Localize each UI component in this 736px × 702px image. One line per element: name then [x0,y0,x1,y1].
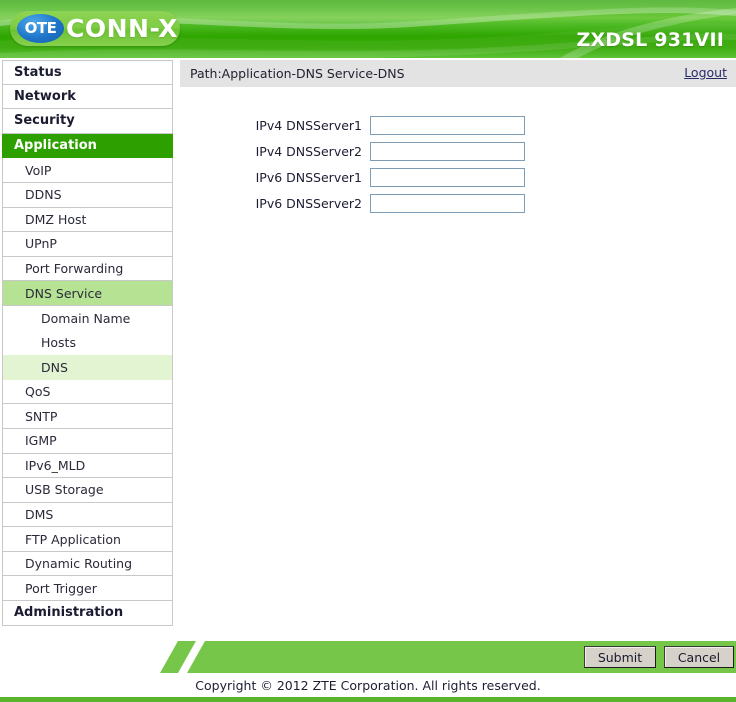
sidebar-item-igmp[interactable]: IGMP [2,428,173,454]
field-label: IPv4 DNSServer1 [255,117,362,133]
sidebar-item-label: FTP Application [25,531,121,547]
header-banner: OTE CONN-X ZXDSL 931VII [0,0,736,58]
sidebar-item-label: Status [14,64,62,80]
sidebar-item-label: Dynamic Routing [25,556,133,572]
sidebar-item-label: SNTP [25,408,58,424]
sidebar-item-label: IPv6_MLD [25,457,86,473]
sidebar-item-hosts[interactable]: Hosts [2,330,173,356]
sidebar-item-label: DDNS [25,187,62,203]
sidebar-item-ddns[interactable]: DDNS [2,182,173,208]
sidebar-item-sntp[interactable]: SNTP [2,404,173,429]
field-label: IPv6 DNSServer1 [255,169,362,185]
ote-logo-badge: OTE [17,14,64,43]
sidebar-item-label: Port Forwarding [25,261,124,277]
sidebar-item-voip[interactable]: VoIP [2,158,173,183]
sidebar-item-dynamic-routing[interactable]: Dynamic Routing [2,551,173,577]
action-bar: Submit Cancel [0,641,736,673]
sidebar-item-label: QoS [25,384,51,400]
sidebar-item-label: Domain Name [41,310,131,326]
sidebar-item-upnp[interactable]: UPnP [2,232,173,257]
copyright-text: Copyright © 2012 ZTE Corporation. All ri… [195,678,541,693]
sidebar-item-label: Hosts [41,335,76,351]
dns-server-input-1[interactable] [370,115,525,135]
sidebar-item-status[interactable]: Status [2,60,173,85]
sidebar-item-administration[interactable]: Administration [2,601,173,626]
field-label: IPv4 DNSServer2 [255,143,362,159]
sidebar-item-usb-storage[interactable]: USB Storage [2,478,173,503]
sidebar-item-dns[interactable]: DNS [2,355,173,380]
sidebar-item-label: DNS [41,359,68,375]
sidebar-item-label: DMZ Host [25,211,87,227]
dns-server-input-4[interactable] [370,193,525,213]
sidebar-item-label: DMS [25,506,54,522]
sidebar-item-label: Network [14,88,76,104]
sidebar-item-dms[interactable]: DMS [2,502,173,528]
sidebar-item-dmz-host[interactable]: DMZ Host [2,207,173,233]
sidebar-item-port-forwarding[interactable]: Port Forwarding [2,256,173,282]
sidebar-item-label: VoIP [25,162,52,178]
form-row: IPv6 DNSServer2 [180,191,736,215]
sidebar-item-application[interactable]: Application [2,133,173,159]
logout-link[interactable]: Logout [684,65,727,80]
content-panel: Path:Application-DNS Service-DNS Logout … [180,60,736,217]
connx-logo-text: CONN-X [66,14,179,43]
dns-settings-form: IPv4 DNSServer1 IPv4 DNSServer2 IPv6 DNSSe… [180,87,736,215]
sidebar-item-ftp-application[interactable]: FTP Application [2,527,173,552]
sidebar-item-label: Application [14,138,97,154]
sidebar-item-ipv6-mld[interactable]: IPv6_MLD [2,453,173,479]
sidebar-item-dns-service[interactable]: DNS Service [2,281,173,306]
submit-button[interactable]: Submit [584,646,656,668]
sidebar-item-label: IGMP [25,433,57,449]
cancel-button[interactable]: Cancel [664,646,734,668]
form-row: IPv6 DNSServer1 [180,165,736,189]
sidebar-item-label: Security [14,113,75,129]
sidebar-nav: Status Network Security Application VoIP DDNS… [2,60,173,626]
dns-server-input-3[interactable] [370,167,525,187]
sidebar-item-label: UPnP [25,236,57,252]
router-admin-page: OTE CONN-X ZXDSL 931VII Status Network Sec… [0,0,736,702]
breadcrumb: Path:Application-DNS Service-DNS [190,66,405,81]
dns-server-input-2[interactable] [370,141,525,161]
form-row: IPv4 DNSServer1 [180,113,736,137]
form-row: IPv4 DNSServer2 [180,139,736,163]
sidebar-item-label: Port Trigger [25,580,97,596]
sidebar-item-network[interactable]: Network [2,84,173,110]
sidebar-item-label: Administration [14,605,124,621]
sidebar-item-domain-name[interactable]: Domain Name [2,305,173,331]
sidebar-item-security[interactable]: Security [2,109,173,134]
sidebar-item-port-trigger[interactable]: Port Trigger [2,576,173,602]
breadcrumb-bar: Path:Application-DNS Service-DNS Logout [180,60,736,87]
sidebar-item-label: DNS Service [25,285,103,301]
field-label: IPv6 DNSServer2 [255,195,362,211]
device-model-label: ZXDSL 931VII [576,29,724,51]
sidebar-item-qos[interactable]: QoS [2,379,173,405]
sidebar-item-label: USB Storage [25,482,104,498]
footer-green-strip [0,697,736,702]
